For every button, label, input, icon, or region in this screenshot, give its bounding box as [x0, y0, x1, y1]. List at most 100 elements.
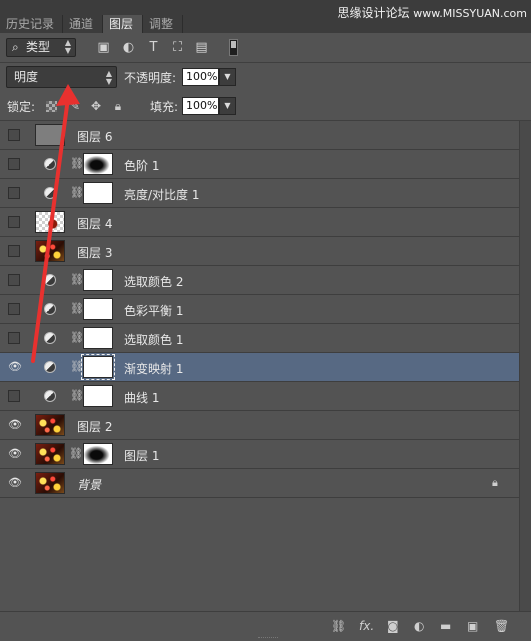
eye-icon[interactable]: 👁︎ [8, 448, 22, 460]
opacity-label: 不透明度: [124, 71, 177, 85]
layer-filter-row: ⌕ 类型 ▲ ▼ ▣ ◐ T ⛶ ▤ [0, 33, 531, 63]
new-adjustment-icon[interactable]: ◐ [414, 619, 424, 633]
visibility-toggle[interactable] [8, 390, 20, 402]
layer-row[interactable]: ⛓ 色阶 1 [0, 150, 519, 179]
lock-pixels-icon[interactable]: ✎ [68, 99, 82, 113]
image-filter-icon[interactable]: ▣ [96, 40, 111, 55]
new-group-icon[interactable]: ▬ [440, 619, 451, 633]
lock-label: 锁定: [7, 100, 36, 114]
layer-row[interactable]: ⛓ 亮度/对比度 1 [0, 179, 519, 208]
tab-adjustments[interactable]: 调整 [143, 15, 183, 33]
adjustment-layer-icon [44, 187, 56, 199]
visibility-toggle[interactable] [8, 158, 20, 170]
layer-row[interactable]: 👁︎ 图层 2 [0, 411, 519, 440]
adjustment-layer-icon [44, 361, 56, 373]
tab-history[interactable]: 历史记录 [0, 15, 63, 33]
layer-name: 色阶 1 [124, 159, 160, 173]
layer-mask-thumbnail [83, 269, 113, 291]
link-chain-icon[interactable]: ⛓ [70, 360, 84, 373]
layer-row[interactable]: 图层 3 [0, 237, 519, 266]
opacity-dropdown-button[interactable]: ▼ [219, 68, 236, 86]
visibility-toggle[interactable] [8, 303, 20, 315]
layer-name: 选取颜色 2 [124, 275, 184, 289]
opacity-input[interactable]: 100% [182, 68, 219, 86]
resize-grip[interactable] [258, 637, 278, 641]
adjustment-layer-icon [44, 158, 56, 170]
link-layers-icon[interactable]: ⛓ [331, 619, 346, 633]
blend-mode-select[interactable]: 明度 ▲ ▼ [6, 66, 117, 88]
adjustment-layer-icon [44, 274, 56, 286]
delete-layer-icon[interactable]: 🗑︎ [494, 619, 509, 633]
layer-style-icon[interactable]: fx. [359, 619, 374, 633]
layer-mask-thumbnail [83, 153, 113, 175]
type-filter-icon[interactable]: T [146, 40, 161, 55]
lock-all-icon[interactable]: 🔒︎ [111, 99, 125, 113]
layer-row[interactable]: 图层 4 [0, 208, 519, 237]
lock-transparency-icon[interactable] [46, 101, 57, 112]
filter-type-label: 类型 [26, 40, 51, 54]
visibility-toggle[interactable] [8, 216, 20, 228]
layer-name: 渐变映射 1 [124, 362, 184, 376]
visibility-toggle[interactable] [8, 332, 20, 344]
link-chain-icon[interactable]: ⛓ [70, 389, 84, 402]
layer-name: 图层 6 [77, 130, 113, 144]
blend-row: 明度 ▲ ▼ 不透明度: 100% ▼ [0, 63, 531, 92]
layer-name: 背景 [77, 478, 102, 492]
layer-name: 图层 3 [77, 246, 113, 260]
layer-mask-thumbnail [83, 385, 113, 407]
layer-thumbnail [35, 124, 65, 146]
layer-row[interactable]: 图层 6 [0, 121, 519, 150]
filter-toggle-switch[interactable] [229, 39, 238, 56]
smart-object-filter-icon[interactable]: ▤ [194, 40, 209, 55]
layer-mask-thumbnail [83, 182, 113, 204]
shape-filter-icon[interactable]: ⛶ [170, 40, 185, 55]
eye-icon[interactable]: 👁︎ [8, 477, 22, 489]
link-chain-icon[interactable]: ⛓ [70, 273, 84, 286]
panel-tab-bar: 历史记录 通道 图层 调整 思缘设计论坛 www.MISSYUAN.com [0, 0, 531, 33]
layers-list: 图层 6 ⛓ 色阶 1 ⛓ 亮度/对比度 1 图层 4 图层 3 ⛓ 选取颜色 … [0, 121, 519, 498]
layers-scrollbar[interactable] [519, 121, 531, 611]
visibility-toggle[interactable] [8, 187, 20, 199]
layer-row[interactable]: ⛓ 选取颜色 1 [0, 324, 519, 353]
visibility-toggle[interactable] [8, 245, 20, 257]
fill-label: 填充: [150, 100, 179, 114]
link-chain-icon[interactable]: ⛓ [69, 447, 83, 460]
layer-name: 图层 2 [77, 420, 113, 434]
layer-row[interactable]: ⛓ 选取颜色 2 [0, 266, 519, 295]
lock-position-icon[interactable]: ✥ [89, 99, 103, 113]
link-chain-icon[interactable]: ⛓ [70, 157, 84, 170]
layer-name: 色彩平衡 1 [124, 304, 184, 318]
tab-layers[interactable]: 图层 [103, 15, 143, 33]
layer-row[interactable]: ⛓ 色彩平衡 1 [0, 295, 519, 324]
layer-row[interactable]: ⛓ 曲线 1 [0, 382, 519, 411]
watermark: 思缘设计论坛 www.MISSYUAN.com [337, 4, 527, 21]
watermark-site: www.MISSYUAN.com [413, 7, 527, 20]
updown-arrow-icon: ▲ ▼ [64, 38, 71, 55]
adjustment-layer-icon [44, 332, 56, 344]
layer-name: 亮度/对比度 1 [124, 188, 200, 202]
add-mask-icon[interactable]: ◙ [387, 619, 399, 633]
visibility-toggle[interactable] [8, 274, 20, 286]
adjustment-layer-icon [44, 390, 56, 402]
new-layer-icon[interactable]: ▣ [467, 619, 478, 633]
fill-dropdown-button[interactable]: ▼ [219, 97, 236, 115]
filter-type-select[interactable]: ⌕ 类型 ▲ ▼ [6, 38, 76, 57]
eye-icon[interactable]: 👁︎ [8, 419, 22, 431]
layer-name: 曲线 1 [124, 391, 160, 405]
lock-icon: 🔒︎ [492, 476, 498, 489]
layer-mask-thumbnail [83, 443, 113, 465]
fill-input[interactable]: 100% [182, 97, 219, 115]
link-chain-icon[interactable]: ⛓ [70, 331, 84, 344]
link-chain-icon[interactable]: ⛓ [70, 302, 84, 315]
updown-arrow-icon: ▲ ▼ [105, 69, 112, 86]
tab-channels[interactable]: 通道 [63, 15, 103, 33]
layer-thumbnail [35, 472, 65, 494]
layer-thumbnail [35, 443, 65, 465]
adjustment-filter-icon[interactable]: ◐ [121, 40, 136, 55]
link-chain-icon[interactable]: ⛓ [70, 186, 84, 199]
layer-row-selected[interactable]: 👁︎ ⛓ 渐变映射 1 [0, 353, 519, 382]
layer-row[interactable]: 👁︎ 背景 🔒︎ [0, 469, 519, 498]
visibility-toggle[interactable] [8, 129, 20, 141]
layer-row[interactable]: 👁︎ ⛓ 图层 1 [0, 440, 519, 469]
eye-icon[interactable]: 👁︎ [8, 361, 22, 373]
